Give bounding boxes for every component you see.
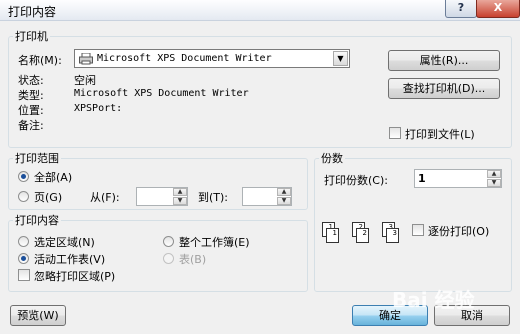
collate-checkbox[interactable]: [412, 224, 424, 236]
where-label: 位置:: [18, 104, 44, 117]
ignore-print-area-label[interactable]: 忽略打印区域(P): [34, 268, 115, 284]
from-stepper[interactable]: ▲ ▼: [136, 187, 188, 206]
print-content-group-label: 打印内容: [15, 214, 59, 227]
spin-down-icon[interactable]: ▼: [487, 179, 501, 187]
collate-illustration: 1 1 2 2 3 3: [322, 222, 406, 246]
printer-group-label: 打印机: [15, 30, 48, 43]
type-value: Microsoft XPS Document Writer: [74, 88, 249, 99]
from-label: 从(F):: [90, 191, 120, 204]
active-sheet-radio[interactable]: [18, 253, 29, 264]
printer-icon: [79, 52, 93, 68]
table-label: 表(B): [179, 253, 207, 266]
title-bar: 打印内容 ? X: [0, 0, 520, 21]
spin-up-icon[interactable]: ▲: [487, 170, 501, 178]
collate-label[interactable]: 逐份打印(O): [428, 223, 489, 239]
print-to-file-checkbox[interactable]: [389, 127, 401, 139]
page-icon: 1: [326, 228, 339, 243]
selection-radio[interactable]: [18, 236, 29, 247]
close-button[interactable]: X: [476, 0, 520, 18]
status-value: 空闲: [74, 74, 96, 87]
printer-name-select[interactable]: Microsoft XPS Document Writer ▼: [74, 49, 350, 68]
printer-name-value: Microsoft XPS Document Writer: [97, 53, 272, 64]
type-label: 类型:: [18, 89, 44, 102]
watermark: Bai 经验: [392, 288, 475, 312]
to-stepper[interactable]: ▲ ▼: [242, 187, 292, 206]
find-printer-button[interactable]: 查找打印机(D)...: [388, 78, 500, 99]
properties-button[interactable]: 属性(R)...: [388, 50, 500, 71]
range-pages-radio[interactable]: [18, 191, 29, 202]
range-all-label[interactable]: 全部(A): [34, 169, 72, 185]
page-icon: 3: [386, 228, 399, 243]
window-title: 打印内容: [8, 5, 57, 19]
page-icon: 2: [356, 228, 369, 243]
workbook-radio[interactable]: [163, 236, 174, 247]
range-pages-label[interactable]: 页(G): [34, 189, 62, 205]
active-sheet-label[interactable]: 活动工作表(V): [34, 251, 105, 267]
copies-group-label: 份数: [321, 152, 343, 165]
where-value: XPSPort:: [74, 103, 123, 114]
range-all-radio[interactable]: [18, 171, 29, 182]
help-button[interactable]: ?: [445, 0, 477, 18]
print-to-file-label[interactable]: 打印到文件(L): [405, 126, 475, 142]
selection-label[interactable]: 选定区域(N): [34, 234, 95, 250]
table-radio: [163, 253, 174, 264]
comment-label: 备注:: [18, 119, 44, 132]
workbook-label[interactable]: 整个工作簿(E): [179, 234, 250, 250]
preview-button[interactable]: 预览(W): [10, 305, 66, 326]
spin-down-icon[interactable]: ▼: [277, 197, 291, 205]
copies-value[interactable]: 1: [418, 172, 426, 185]
spin-up-icon[interactable]: ▲: [173, 188, 187, 196]
print-range-group-label: 打印范围: [15, 152, 59, 165]
spin-down-icon[interactable]: ▼: [173, 197, 187, 205]
copies-count-label: 打印份数(C):: [324, 174, 388, 187]
ignore-print-area-checkbox[interactable]: [18, 269, 30, 281]
to-label: 到(T):: [198, 191, 229, 204]
printer-name-label: 名称(M):: [18, 54, 62, 67]
spin-up-icon[interactable]: ▲: [277, 188, 291, 196]
status-label: 状态:: [18, 74, 44, 87]
chevron-down-icon[interactable]: ▼: [333, 51, 348, 66]
copies-stepper[interactable]: 1 ▲ ▼: [414, 169, 502, 188]
